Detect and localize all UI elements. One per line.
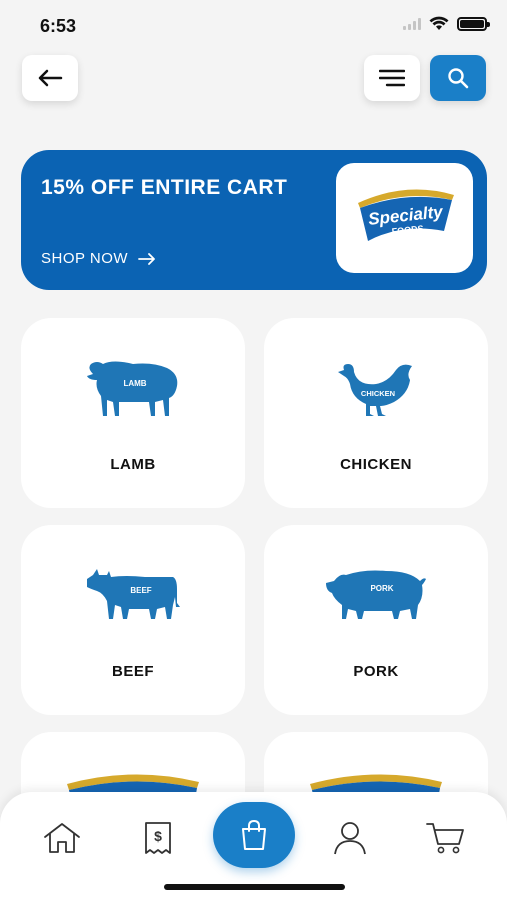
battery-icon bbox=[457, 16, 490, 31]
beef-icon-text: BEEF bbox=[130, 586, 151, 595]
nav-profile[interactable] bbox=[328, 816, 372, 860]
category-label-chicken: CHICKEN bbox=[340, 456, 412, 473]
menu-button[interactable] bbox=[364, 55, 420, 101]
nav-home[interactable] bbox=[40, 816, 84, 860]
chicken-icon: CHICKEN bbox=[338, 364, 412, 416]
logo-subtext: FOODS bbox=[391, 223, 424, 236]
home-icon bbox=[44, 823, 80, 853]
banner-title: 15% OFF ENTIRE CART bbox=[41, 176, 288, 199]
profile-icon bbox=[334, 822, 366, 855]
search-icon bbox=[448, 68, 469, 89]
nav-shop-button[interactable] bbox=[213, 802, 295, 868]
category-card-chicken[interactable]: CHICKEN CHICKEN bbox=[264, 318, 488, 508]
pork-icon: PORK bbox=[326, 570, 426, 619]
signal-icon bbox=[403, 17, 421, 30]
wifi-icon bbox=[429, 16, 449, 30]
category-card-lamb[interactable]: LAMB LAMB bbox=[21, 318, 245, 508]
shopping-bag-icon bbox=[242, 819, 266, 850]
home-indicator bbox=[164, 884, 345, 890]
category-label-pork: PORK bbox=[353, 663, 399, 680]
nav-cart[interactable] bbox=[424, 816, 468, 860]
shop-now-label: SHOP NOW bbox=[41, 250, 129, 267]
shop-now-link[interactable]: SHOP NOW bbox=[41, 250, 156, 267]
nav-receipt[interactable]: $ bbox=[136, 816, 180, 860]
back-button[interactable] bbox=[22, 55, 78, 101]
cart-icon bbox=[426, 823, 464, 854]
arrow-right-icon bbox=[138, 252, 155, 265]
status-time: 6:53 bbox=[40, 16, 77, 36]
screen: 6:53 15% OFF ENTIRE CART SHOP NOW Specia… bbox=[0, 0, 507, 900]
search-button[interactable] bbox=[430, 55, 486, 101]
lamb-icon: LAMB bbox=[87, 361, 178, 416]
lamb-icon-text: LAMB bbox=[123, 379, 146, 388]
svg-text:$: $ bbox=[154, 828, 162, 844]
arrow-left-icon bbox=[38, 69, 63, 87]
category-label-beef: BEEF bbox=[111, 663, 154, 680]
pork-icon-text: PORK bbox=[370, 584, 393, 593]
logo-mark: Specialty FOODS bbox=[357, 189, 454, 241]
receipt-icon: $ bbox=[145, 822, 171, 854]
category-label-lamb: LAMB bbox=[110, 456, 156, 473]
category-card-beef[interactable]: BEEF BEEF bbox=[21, 525, 245, 715]
category-card-pork[interactable]: PORK PORK bbox=[264, 525, 488, 715]
promo-banner[interactable]: 15% OFF ENTIRE CART SHOP NOW Specialty F… bbox=[21, 150, 487, 290]
beef-icon: BEEF bbox=[87, 569, 180, 619]
status-bar: 6:53 bbox=[0, 0, 507, 50]
status-icons bbox=[403, 16, 490, 31]
specialty-foods-logo: Specialty FOODS bbox=[336, 163, 473, 273]
chicken-icon-text: CHICKEN bbox=[361, 389, 395, 398]
menu-icon bbox=[379, 69, 405, 87]
